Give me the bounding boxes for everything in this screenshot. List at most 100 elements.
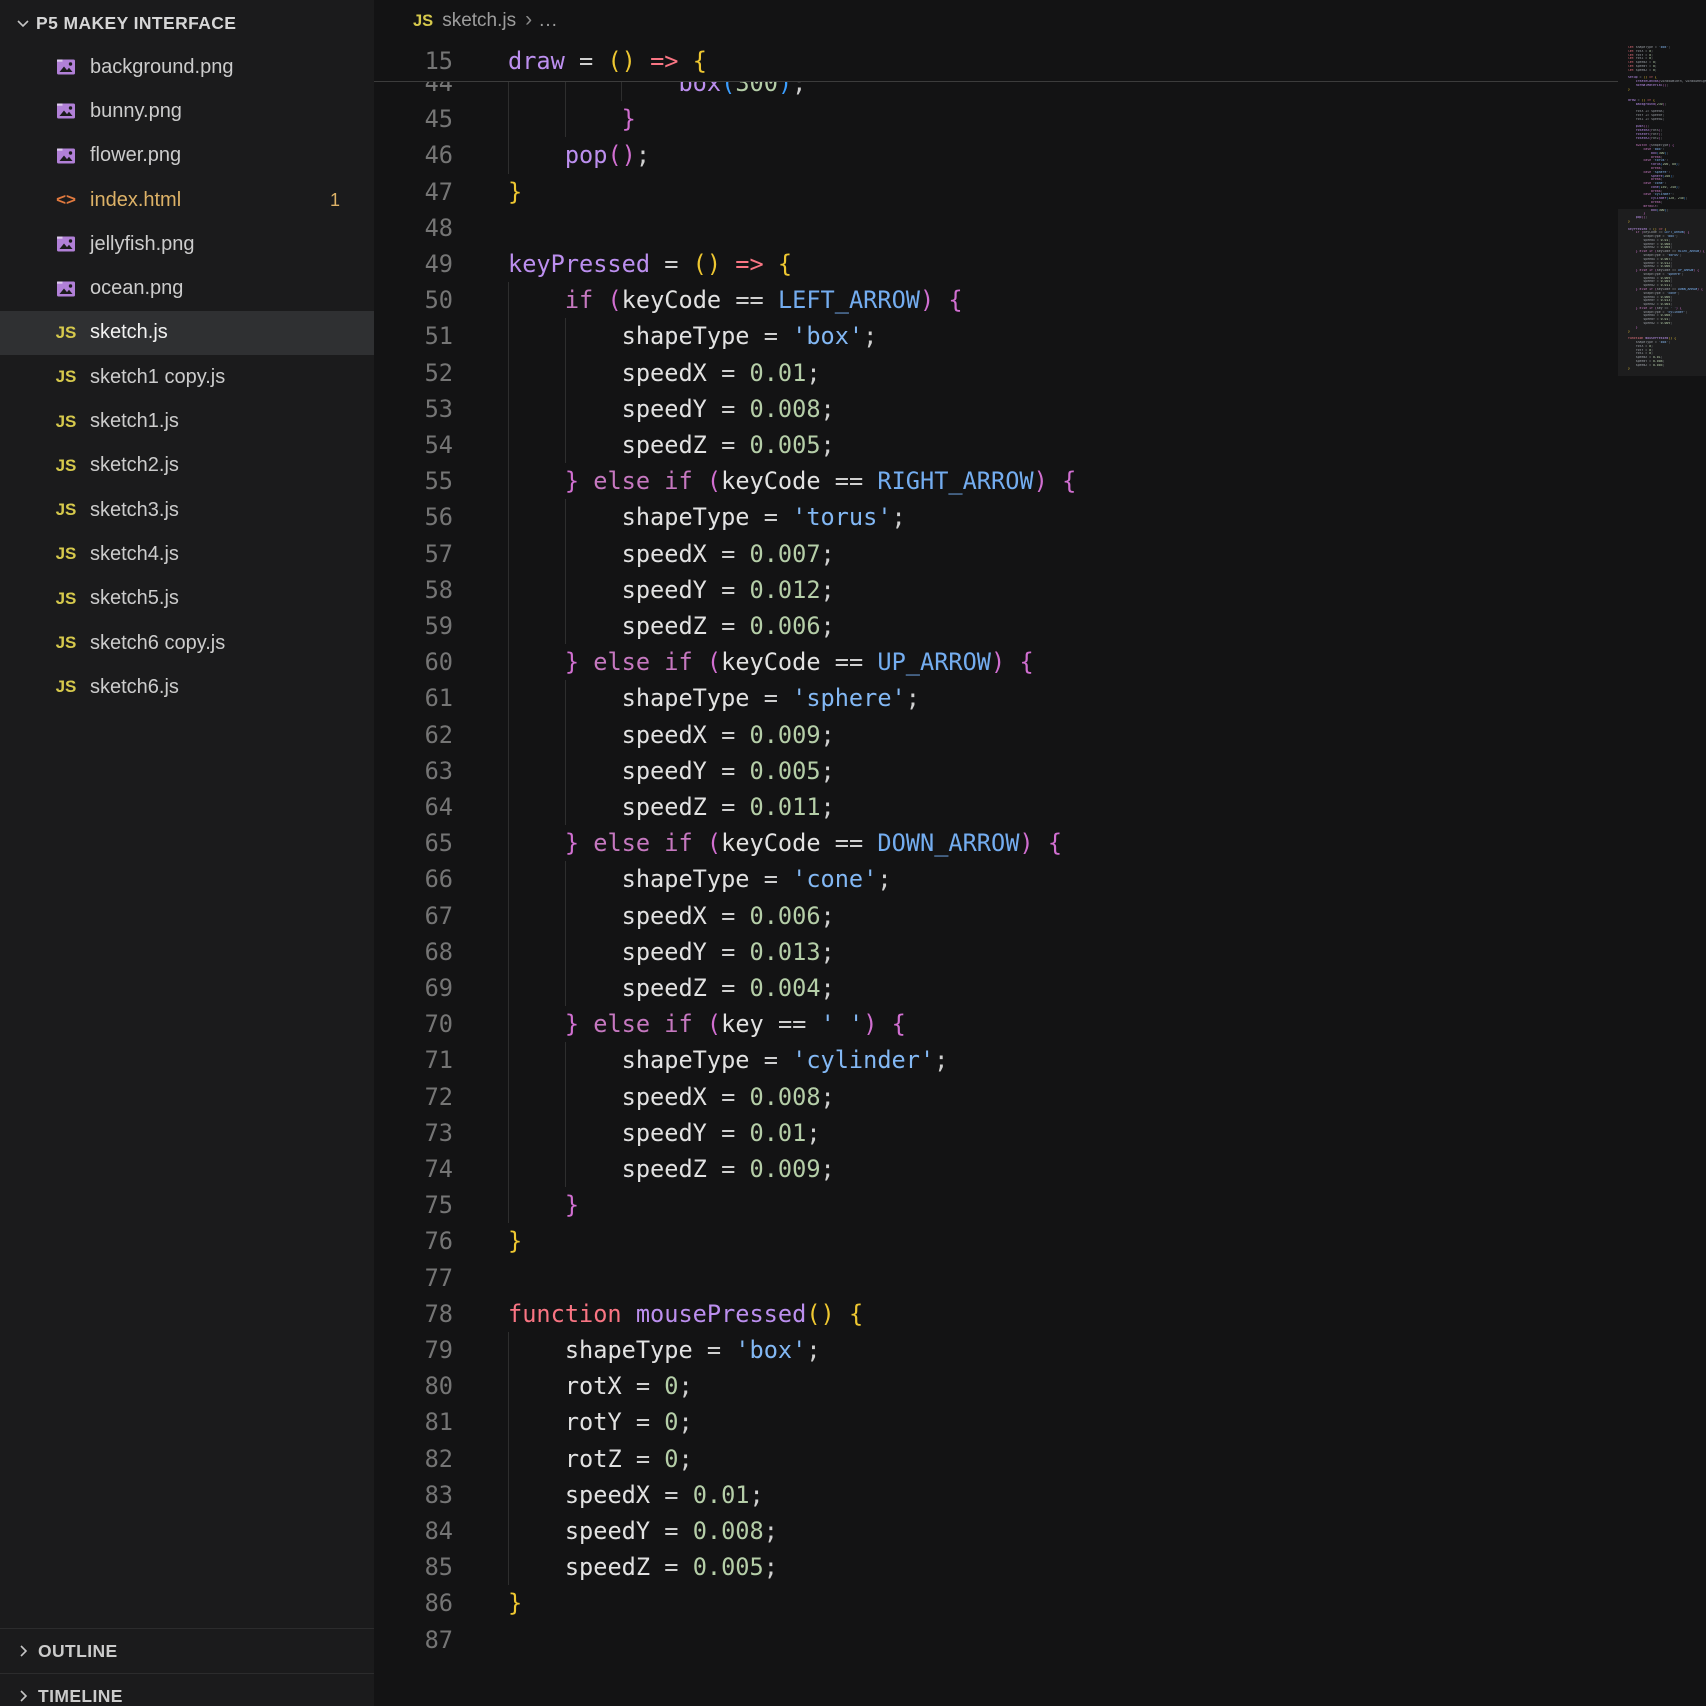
file-item[interactable]: JSsketch6.js: [0, 665, 374, 709]
code-text: speedX = 0.008;: [508, 1079, 835, 1115]
code-line[interactable]: 69 speedZ = 0.004;: [374, 970, 1618, 1006]
code-line[interactable]: 54 speedZ = 0.005;: [374, 427, 1618, 463]
file-item[interactable]: JSsketch.js: [0, 311, 374, 355]
code-line[interactable]: 51 shapeType = 'box';: [374, 318, 1618, 354]
file-name: sketch.js: [90, 321, 168, 344]
code-text: speedZ = 0.004;: [508, 970, 835, 1006]
code-line[interactable]: 81 rotY = 0;: [374, 1404, 1618, 1440]
code-line[interactable]: 53 speedY = 0.008;: [374, 391, 1618, 427]
file-item[interactable]: JSsketch6 copy.js: [0, 621, 374, 665]
code-line[interactable]: 79 shapeType = 'box';: [374, 1332, 1618, 1368]
code-text: } else if (keyCode == DOWN_ARROW) {: [508, 825, 1062, 861]
code-text: }: [508, 1187, 579, 1223]
code-line[interactable]: 70 } else if (key == ' ') {: [374, 1006, 1618, 1042]
file-item[interactable]: <>index.html1: [0, 178, 374, 222]
code-line[interactable]: 48: [374, 210, 1618, 246]
line-number: 74: [374, 1151, 453, 1187]
code-line[interactable]: 45 }: [374, 101, 1618, 137]
line-number: 83: [374, 1477, 453, 1513]
file-item[interactable]: JSsketch4.js: [0, 532, 374, 576]
sticky-scroll[interactable]: 15draw = () => {: [374, 42, 1618, 82]
code-line[interactable]: 56 shapeType = 'torus';: [374, 499, 1618, 535]
code-line[interactable]: 84 speedY = 0.008;: [374, 1513, 1618, 1549]
code-text: }: [508, 174, 522, 210]
code-line[interactable]: 57 speedX = 0.007;: [374, 536, 1618, 572]
code-line[interactable]: 78function mousePressed() {: [374, 1296, 1618, 1332]
code-line[interactable]: 72 speedX = 0.008;: [374, 1079, 1618, 1115]
code-line[interactable]: 68 speedY = 0.013;: [374, 934, 1618, 970]
file-item[interactable]: ocean.png: [0, 266, 374, 310]
file-item[interactable]: JSsketch2.js: [0, 444, 374, 488]
line-number: 80: [374, 1368, 453, 1404]
file-item[interactable]: JSsketch1.js: [0, 399, 374, 443]
line-number: 73: [374, 1115, 453, 1151]
code-line[interactable]: 49 keyPressed = () => {: [374, 246, 1618, 282]
code-line[interactable]: 66 shapeType = 'cone';: [374, 861, 1618, 897]
code-line[interactable]: 58 speedY = 0.012;: [374, 572, 1618, 608]
code-line[interactable]: 50 if (keyCode == LEFT_ARROW) {: [374, 282, 1618, 318]
code-text: rotZ = 0;: [508, 1441, 693, 1477]
image-file-icon: [52, 55, 80, 79]
line-number: 78: [374, 1296, 453, 1332]
line-number: 57: [374, 536, 453, 572]
file-name: index.html: [90, 189, 181, 212]
timeline-section-header[interactable]: TIMELINE: [0, 1673, 374, 1706]
code-text: speedX = 0.007;: [508, 536, 835, 572]
code-line[interactable]: 80 rotX = 0;: [374, 1368, 1618, 1404]
file-item[interactable]: bunny.png: [0, 89, 374, 133]
code-line[interactable]: 52 speedX = 0.01;: [374, 355, 1618, 391]
code-text: shapeType = 'box';: [508, 318, 877, 354]
code-line[interactable]: 46 pop();: [374, 137, 1618, 173]
file-item[interactable]: JSsketch5.js: [0, 577, 374, 621]
code-line[interactable]: 59 speedZ = 0.006;: [374, 608, 1618, 644]
code-line[interactable]: 65 } else if (keyCode == DOWN_ARROW) {: [374, 825, 1618, 861]
line-number: 49: [374, 246, 453, 282]
code-line[interactable]: 83 speedX = 0.01;: [374, 1477, 1618, 1513]
file-item[interactable]: background.png: [0, 45, 374, 89]
minimap[interactable]: let shapeType = 'box';let rotX = 0;let r…: [1618, 0, 1706, 1706]
file-item[interactable]: JSsketch1 copy.js: [0, 355, 374, 399]
code-line[interactable]: 55 } else if (keyCode == RIGHT_ARROW) {: [374, 463, 1618, 499]
code-text: speedY = 0.005;: [508, 753, 835, 789]
line-number: 64: [374, 789, 453, 825]
code-line[interactable]: 74 speedZ = 0.009;: [374, 1151, 1618, 1187]
line-number: 70: [374, 1006, 453, 1042]
code-text: speedZ = 0.009;: [508, 1151, 835, 1187]
code-line[interactable]: 60 } else if (keyCode == UP_ARROW) {: [374, 644, 1618, 680]
file-item[interactable]: jellyfish.png: [0, 222, 374, 266]
line-number: 85: [374, 1549, 453, 1585]
code-line[interactable]: 62 speedX = 0.009;: [374, 717, 1618, 753]
code-line[interactable]: 87: [374, 1622, 1618, 1658]
code-line[interactable]: 67 speedX = 0.006;: [374, 898, 1618, 934]
code-text: }: [508, 1585, 522, 1621]
chevron-right-icon: [13, 1643, 33, 1659]
code-line[interactable]: 82 rotZ = 0;: [374, 1441, 1618, 1477]
line-number: 50: [374, 282, 453, 318]
file-item[interactable]: flower.png: [0, 134, 374, 178]
line-number: 79: [374, 1332, 453, 1368]
code-line[interactable]: 73 speedY = 0.01;: [374, 1115, 1618, 1151]
file-item[interactable]: JSsketch3.js: [0, 488, 374, 532]
code-line[interactable]: 86}: [374, 1585, 1618, 1621]
code-text: speedZ = 0.005;: [508, 427, 835, 463]
js-file-icon: JS: [52, 498, 80, 522]
file-name: bunny.png: [90, 100, 182, 123]
code-line[interactable]: 47}: [374, 174, 1618, 210]
code-text: shapeType = 'cone';: [508, 861, 892, 897]
code-line[interactable]: 76}: [374, 1223, 1618, 1259]
code-line[interactable]: 61 shapeType = 'sphere';: [374, 680, 1618, 716]
code-line[interactable]: 71 shapeType = 'cylinder';: [374, 1042, 1618, 1078]
code-line[interactable]: 85 speedZ = 0.005;: [374, 1549, 1618, 1585]
line-number: 75: [374, 1187, 453, 1223]
code-line[interactable]: 64 speedZ = 0.011;: [374, 789, 1618, 825]
code-line[interactable]: 15draw = () => {: [374, 43, 1618, 79]
code-text: keyPressed = () => {: [508, 246, 792, 282]
line-number: 56: [374, 499, 453, 535]
code-line[interactable]: 63 speedY = 0.005;: [374, 753, 1618, 789]
outline-section-header[interactable]: OUTLINE: [0, 1628, 374, 1673]
code-line[interactable]: 75 }: [374, 1187, 1618, 1223]
code-line[interactable]: 77: [374, 1260, 1618, 1296]
image-file-icon: [52, 232, 80, 256]
minimap-slider[interactable]: [1618, 209, 1706, 376]
explorer-project-header[interactable]: P5 MAKEY INTERFACE: [0, 4, 374, 42]
